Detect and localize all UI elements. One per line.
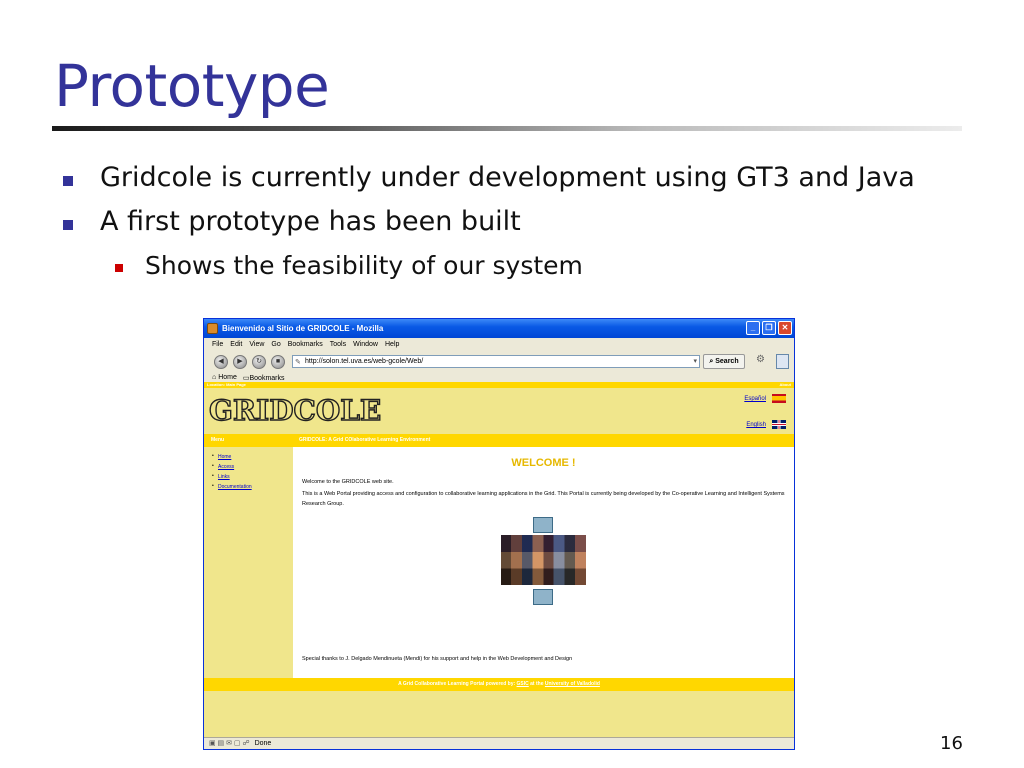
footer-prefix: A Grid Collaborative Learning Portal pow… [398,681,516,687]
mozilla-throbber-icon [776,354,789,369]
menu-file[interactable]: File [212,341,223,348]
bullet-item: A first prototype has been built [63,206,521,237]
menu-help[interactable]: Help [385,341,399,348]
footer-link-university[interactable]: University of Valladolid [545,681,600,687]
menu-window[interactable]: Window [353,341,378,348]
browser-screenshot: Bienvenido al Sitio de GRIDCOLE - Mozill… [203,318,795,750]
close-icon[interactable]: ✕ [778,321,792,335]
menu-go[interactable]: Go [271,341,280,348]
nav-link-documentation[interactable]: Documentation [212,483,292,490]
intro-text: Welcome to the GRIDCOLE web site. [302,479,394,485]
web-content: Location: Main Page About GRIDCOLE Españ… [204,382,794,737]
search-label: Search [715,358,739,365]
spain-flag-icon[interactable] [772,394,786,403]
nav-link-links[interactable]: Links [212,473,292,480]
lang-link-espanol[interactable]: Español [744,396,766,402]
bullet-text: A first prototype has been built [100,206,521,237]
site-header: GRIDCOLE Español English [204,388,794,434]
forward-icon[interactable]: ▶ [233,355,247,369]
bookmarks-toolbar: ⌂ Home ▭Bookmarks [204,373,794,382]
home-icon: ⌂ [212,374,217,381]
back-icon[interactable]: ◀ [214,355,228,369]
menu-view[interactable]: View [249,341,264,348]
window-title: Bienvenido al Sitio de GRIDCOLE - Mozill… [222,324,384,333]
search-icon: ⌕ [709,358,714,365]
site-description: GRIDCOLE: A Grid COlaborative Learning E… [299,437,431,443]
thanks-text: Special thanks to J. Delgado Mendinueta … [302,656,573,662]
site-body: Home Access Links Documentation WELCOME … [204,447,794,678]
bookmark-home[interactable]: ⌂ Home [212,374,237,381]
page-icon: ✎ [295,359,301,366]
stop-icon[interactable]: ■ [271,355,285,369]
menu-label: Menu [211,437,225,443]
gridcole-logo: GRIDCOLE [208,393,382,427]
title-divider [52,126,962,131]
grid-node-icon [533,517,553,533]
browser-menubar: File Edit View Go Bookmarks Tools Window… [204,338,794,351]
search-button[interactable]: ⌕ Search [703,354,745,369]
bullet-item: Gridcole is currently under development … [63,162,915,193]
lang-link-english[interactable]: English [746,422,766,428]
window-controls: _ ❐ ✕ [746,321,792,335]
status-text: Done [254,740,272,747]
uk-flag-icon[interactable] [772,420,786,429]
sub-bullet-text: Shows the feasibility of our system [145,251,583,280]
minimize-icon[interactable]: _ [746,321,760,335]
bullet-text: Gridcole is currently under development … [100,162,915,193]
nav-link-access[interactable]: Access [212,463,292,470]
throbber-icon: ⚙ [756,354,765,365]
browser-statusbar: ▣ ▤ ✉ ▢ ☍ Done [204,737,794,749]
welcome-heading: WELCOME ! [511,457,576,469]
square-bullet-icon [63,176,73,186]
browser-navbar: ◀ ▶ ↻ ■ ✎ http://solon.tel.uva.es/web-gc… [204,351,794,373]
mozilla-icon [207,323,218,334]
menu-tools[interactable]: Tools [330,341,346,348]
grid-collage-image [501,517,586,607]
square-bullet-icon [115,264,123,272]
menu-edit[interactable]: Edit [230,341,242,348]
bookmark-bookmarks[interactable]: ▭Bookmarks [243,374,285,382]
site-main-content: WELCOME ! Welcome to the GRIDCOLE web si… [293,447,794,678]
restore-icon[interactable]: ❐ [762,321,776,335]
menu-bookmarks[interactable]: Bookmarks [288,341,323,348]
square-bullet-icon [63,220,73,230]
location-label: Location: Main Page [207,382,246,387]
nav-link-home[interactable]: Home [212,453,292,460]
folder-icon: ▭ [242,374,250,382]
reload-icon[interactable]: ↻ [252,355,266,369]
browser-titlebar: Bienvenido al Sitio de GRIDCOLE - Mozill… [204,319,794,338]
status-component-icons: ▣ ▤ ✉ ▢ ☍ [209,740,250,747]
url-text: http://solon.tel.uva.es/web-gcole/Web/ [305,358,424,365]
slide-number: 16 [940,733,963,754]
site-menu-strip: Menu GRIDCOLE: A Grid COlaborative Learn… [204,434,794,447]
url-input[interactable]: ✎ http://solon.tel.uva.es/web-gcole/Web/… [292,355,700,368]
slide-title: Prototype [54,52,330,120]
grid-node-icon [533,589,553,605]
sub-bullet-item: Shows the feasibility of our system [115,251,583,280]
site-left-menu: Home Access Links Documentation [204,447,292,678]
footer-mid: at the [530,681,544,687]
photo-collage [501,535,586,585]
url-dropdown-icon[interactable]: ▾ [693,356,697,367]
footer-link-gsic[interactable]: GSIC [517,681,529,687]
site-footer: A Grid Collaborative Learning Portal pow… [204,678,794,691]
description-text: This is a Web Portal providing access an… [302,491,785,507]
